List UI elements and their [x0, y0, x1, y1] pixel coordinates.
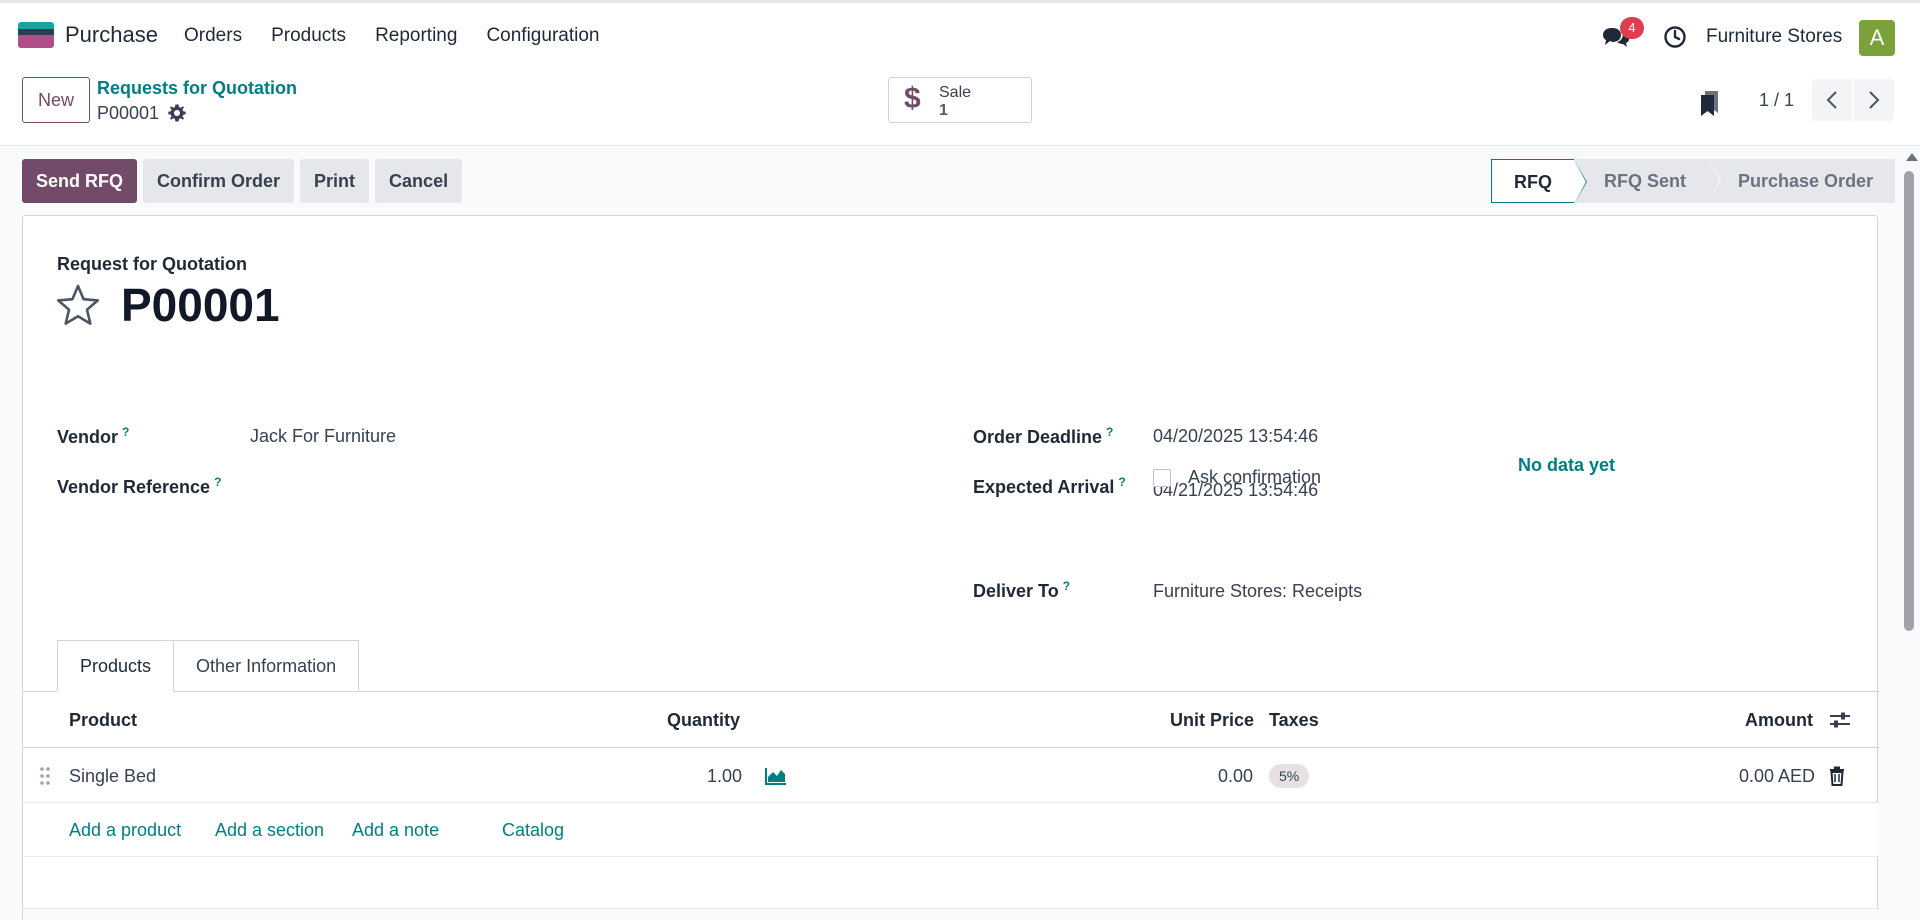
- deliver-to-label: Deliver To?: [973, 579, 1071, 601]
- dollar-icon: $: [904, 82, 921, 115]
- help-icon[interactable]: ?: [214, 475, 221, 489]
- column-quantity[interactable]: Quantity: [667, 692, 740, 748]
- cancel-button[interactable]: Cancel: [375, 159, 463, 203]
- ask-confirmation-checkbox[interactable]: [1153, 469, 1171, 487]
- stage-purchase-order-label: Purchase Order: [1738, 171, 1874, 191]
- pager-next-button[interactable]: [1854, 79, 1894, 121]
- print-button[interactable]: Print: [300, 159, 370, 203]
- empty-row: [23, 857, 1879, 909]
- add-note-link[interactable]: Add a note: [352, 803, 439, 857]
- star-icon[interactable]: [55, 283, 101, 327]
- pager-previous-button[interactable]: [1812, 79, 1852, 121]
- company-switcher[interactable]: Furniture Stores: [1706, 26, 1842, 48]
- statusbar-buttons: Send RFQ Confirm Order Print Cancel: [22, 159, 463, 203]
- notebook-tabs: Products Other Information: [57, 640, 360, 692]
- help-icon[interactable]: ?: [1106, 425, 1113, 439]
- scroll-up-arrow-icon[interactable]: [1906, 153, 1918, 161]
- stage-rfq[interactable]: RFQ: [1491, 159, 1587, 204]
- help-icon[interactable]: ?: [1118, 475, 1125, 489]
- vendor-field[interactable]: Jack For Furniture: [250, 426, 396, 447]
- app-name[interactable]: Purchase: [65, 22, 158, 48]
- form-sheet: Request for Quotation P00001 Vendor? Jac…: [22, 215, 1879, 920]
- top-menu: Orders Products Reporting Configuration: [184, 25, 599, 47]
- stage-rfq-label: RFQ: [1514, 172, 1552, 192]
- vertical-scrollbar[interactable]: [1903, 153, 1918, 920]
- column-taxes[interactable]: Taxes: [1269, 692, 1319, 748]
- menu-configuration[interactable]: Configuration: [486, 25, 599, 47]
- form-subtitle: Request for Quotation: [57, 254, 247, 274]
- chevron-left-icon: [1826, 91, 1837, 109]
- menu-products[interactable]: Products: [271, 25, 346, 47]
- add-product-link[interactable]: Add a product: [69, 803, 181, 857]
- no-data-yet-label: No data yet: [1518, 455, 1616, 475]
- ask-confirmation-label[interactable]: Ask confirmation: [1188, 467, 1321, 488]
- stage-rfq-sent[interactable]: RFQ Sent: [1574, 159, 1722, 203]
- vendor-reference-field[interactable]: [250, 475, 850, 499]
- help-icon[interactable]: ?: [1063, 579, 1070, 593]
- row-product[interactable]: Single Bed: [69, 749, 156, 803]
- add-section-link[interactable]: Add a section: [215, 803, 324, 857]
- trash-icon[interactable]: [1829, 766, 1845, 786]
- breadcrumb-requests-for-quotation[interactable]: Requests for Quotation: [97, 78, 297, 99]
- optional-columns-icon[interactable]: [1829, 711, 1851, 729]
- new-button[interactable]: New: [22, 77, 90, 123]
- deliver-to-field[interactable]: Furniture Stores: Receipts: [1153, 581, 1362, 602]
- record-title: P00001: [121, 279, 280, 331]
- row-unit-price[interactable]: 0.00: [1218, 749, 1253, 803]
- sale-smart-button[interactable]: $ Sale 1: [888, 77, 1032, 123]
- stage-purchase-order[interactable]: Purchase Order: [1708, 159, 1896, 203]
- scroll-thumb[interactable]: [1904, 171, 1914, 631]
- vendor-reference-label: Vendor Reference?: [57, 475, 222, 497]
- menu-orders[interactable]: Orders: [184, 25, 242, 47]
- smart-button-value: 1: [939, 102, 948, 119]
- stage-rfq-sent-label: RFQ Sent: [1604, 171, 1687, 191]
- order-deadline-label: Order Deadline?: [973, 425, 1114, 447]
- chat-count-badge: 4: [1620, 17, 1644, 39]
- confirm-order-button[interactable]: Confirm Order: [143, 159, 295, 203]
- menu-reporting[interactable]: Reporting: [375, 25, 457, 47]
- control-panel: New Requests for Quotation P00001 $ Sale…: [0, 67, 1920, 146]
- row-amount: 0.00 AED: [1739, 766, 1816, 786]
- form-view: Send RFQ Confirm Order Print Cancel RFQ …: [0, 147, 1920, 920]
- help-icon[interactable]: ?: [122, 425, 129, 439]
- gear-icon[interactable]: [167, 103, 187, 123]
- purchase-app-icon[interactable]: [18, 22, 54, 48]
- catalog-link[interactable]: Catalog: [502, 803, 564, 857]
- order-lines-header: Product Quantity Unit Price Taxes Amount: [23, 692, 1879, 748]
- breadcrumb-current-record: P00001: [97, 103, 160, 123]
- status-stages: RFQ RFQ Sent Purchase Order: [1491, 159, 1896, 204]
- table-row[interactable]: Single Bed 1.00 0.00 5% 0.00 AED: [23, 749, 1879, 803]
- column-amount[interactable]: Amount: [1745, 692, 1813, 748]
- tab-other-information[interactable]: Other Information: [174, 640, 360, 692]
- pager-value[interactable]: 1 / 1: [1759, 90, 1794, 111]
- tax-badge[interactable]: 5%: [1269, 764, 1310, 788]
- column-unit-price[interactable]: Unit Price: [1170, 692, 1254, 748]
- chevron-right-icon: [1869, 91, 1880, 109]
- drag-handle-icon[interactable]: [39, 766, 51, 786]
- empty-row: [23, 909, 1879, 920]
- send-rfq-button[interactable]: Send RFQ: [22, 159, 138, 203]
- add-line-links: Add a product Add a section Add a note C…: [23, 803, 1879, 857]
- row-quantity[interactable]: 1.00: [707, 749, 742, 803]
- expected-arrival-label: Expected Arrival?: [973, 475, 1126, 497]
- smart-button-label: Sale: [939, 84, 972, 101]
- order-deadline-field[interactable]: 04/20/2025 13:54:46: [1153, 426, 1318, 447]
- vendor-label: Vendor?: [57, 425, 130, 447]
- bookmark-icon[interactable]: [1698, 89, 1724, 117]
- tab-products[interactable]: Products: [57, 640, 175, 692]
- main-navbar: Purchase Orders Products Reporting Confi…: [0, 3, 1920, 67]
- forecast-chart-icon[interactable]: [765, 767, 787, 785]
- user-avatar[interactable]: A: [1859, 20, 1895, 56]
- column-product[interactable]: Product: [69, 692, 137, 748]
- clock-icon[interactable]: [1663, 25, 1687, 49]
